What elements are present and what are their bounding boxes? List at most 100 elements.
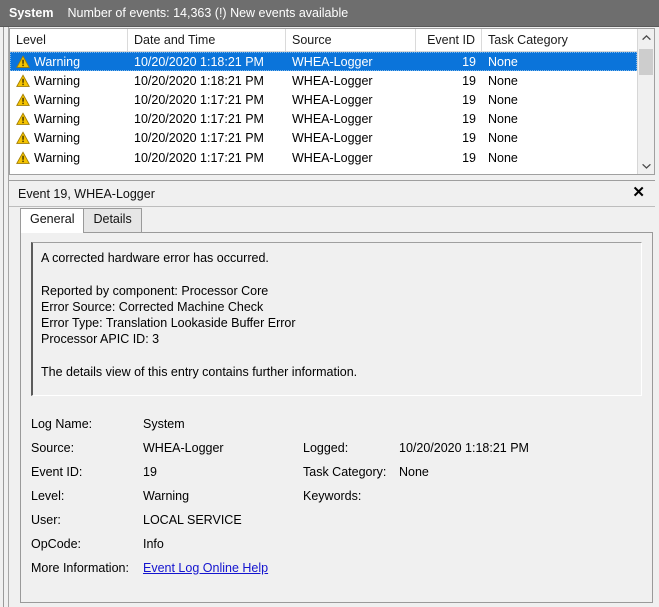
content-column: Level Date and Time Source Event ID Task… [9,27,659,607]
more-information-label: More Information: [31,561,129,575]
cell-level-text: Warning [34,112,81,127]
close-icon[interactable]: ✕ [630,185,647,202]
log-name-label: Log Name: [31,417,93,431]
table-row[interactable]: Warning 10/20/2020 1:18:21 PM WHEA-Logger 1… [10,71,637,90]
task-category-label: Task Category: [303,465,387,479]
event-list-panel: Level Date and Time Source Event ID Task… [9,28,655,175]
cell-level: Warning [10,131,128,145]
task-category-value: None [399,465,429,479]
cell-source: WHEA-Logger [292,131,373,146]
event-list-rows: Warning 10/20/2020 1:18:21 PM WHEA-Logger 1… [10,52,637,167]
cell-level-text: Warning [34,73,81,88]
cell-level: Warning [10,74,128,88]
event-description[interactable]: A corrected hardware error has occurred.… [31,242,642,396]
cell-task-category: None [488,92,518,107]
warning-triangle-icon [16,112,30,126]
cell-date-and-time: 10/20/2020 1:17:21 PM [134,92,264,107]
cell-event-id: 19 [462,92,476,107]
spacer-cell-7 [303,556,399,580]
column-header-event-id[interactable]: Event ID [416,29,482,51]
cell-date-and-time: 10/20/2020 1:17:21 PM [134,131,264,146]
event-id-label: Event ID: [31,465,83,479]
event-list-inner: Level Date and Time Source Event ID Task… [10,29,654,174]
chevron-up-icon [641,34,651,40]
cell-source: WHEA-Logger [292,150,373,165]
opcode-label: OpCode: [31,537,82,551]
spacer-cell-3 [303,508,399,532]
keywords-label: Keywords: [303,489,362,503]
user-value: LOCAL SERVICE [143,513,242,527]
log-name-label: System [9,6,54,20]
chevron-down-icon [641,163,651,169]
detail-tabstrip: General Details [9,207,655,233]
cell-event-id: 19 [462,112,476,127]
cell-task-category: None [488,73,518,88]
cell-level-text: Warning [34,54,81,69]
cell-source: WHEA-Logger [292,73,373,88]
logged-value: 10/20/2020 1:18:21 PM [399,441,529,455]
cell-level: Warning [10,151,128,165]
tab-details[interactable]: Details [83,208,142,232]
user-label: User: [31,513,61,527]
spacer-cell-8 [399,556,642,580]
vertical-splitter[interactable] [0,27,9,607]
source-value: WHEA-Logger [143,441,224,455]
scrollbar-track[interactable] [638,46,654,157]
window-body: Level Date and Time Source Event ID Task… [0,27,659,607]
scrollbar-thumb[interactable] [639,49,653,75]
spacer-cell-4 [399,508,642,532]
cell-event-id: 19 [462,73,476,88]
column-header-date-and-time[interactable]: Date and Time [128,29,286,51]
warning-triangle-icon [16,74,30,87]
opcode-value: Info [143,537,164,551]
level-label: Level: [31,489,65,503]
cell-event-id: 19 [462,131,476,146]
event-list[interactable]: Level Date and Time Source Event ID Task… [10,29,637,174]
log-summary-label: Number of events: 14,363 (!) New events … [67,6,349,20]
tab-general[interactable]: General [20,208,85,233]
log-header-bar: System Number of events: 14,363 (!) New … [0,0,659,27]
table-row[interactable]: Warning 10/20/2020 1:18:21 PM WHEA-Logger 1… [10,52,637,72]
cell-level: Warning [10,55,128,69]
cell-level-text: Warning [34,92,81,107]
spacer-cell-1 [303,412,399,436]
cell-source: WHEA-Logger [292,92,373,107]
cell-task-category: None [488,131,518,146]
log-name-value: System [143,417,185,431]
event-id-value: 19 [143,465,157,479]
cell-task-category: None [488,54,518,69]
source-label: Source: [31,441,75,455]
cell-source: WHEA-Logger [292,54,373,69]
event-list-header-row: Level Date and Time Source Event ID Task… [10,29,637,52]
event-detail-pane: Event 19, WHEA-Logger ✕ General Details … [9,180,655,603]
cell-source: WHEA-Logger [292,112,373,127]
cell-level: Warning [10,93,128,107]
scroll-up-button[interactable] [638,29,654,46]
column-header-task-category[interactable]: Task Category [482,29,637,51]
logged-label: Logged: [303,441,349,455]
warning-triangle-icon [16,131,30,145]
warning-triangle-icon [16,150,30,164]
table-row[interactable]: Warning 10/20/2020 1:17:21 PM WHEA-Logger 1… [10,148,637,167]
column-header-level[interactable]: Level [10,29,128,51]
cell-event-id: 19 [462,54,476,69]
spacer-cell-5 [303,532,399,556]
detail-title: Event 19, WHEA-Logger [18,186,155,201]
table-row[interactable]: Warning 10/20/2020 1:17:21 PM WHEA-Logger 1… [10,90,637,109]
more-information-value: Event Log Online Help [143,556,303,580]
table-row[interactable]: Warning 10/20/2020 1:17:21 PM WHEA-Logger 1… [10,110,637,129]
table-row[interactable]: Warning 10/20/2020 1:17:21 PM WHEA-Logger 1… [10,129,637,148]
cell-level-text: Warning [34,131,81,146]
cell-task-category: None [488,112,518,127]
cell-task-category: None [488,150,518,165]
cell-date-and-time: 10/20/2020 1:17:21 PM [134,150,264,165]
cell-level-text: Warning [34,150,81,165]
spacer-cell-6 [399,532,642,556]
event-list-scrollbar[interactable] [637,29,654,174]
column-header-source[interactable]: Source [286,29,416,51]
spacer-cell-2 [399,412,642,436]
cell-date-and-time: 10/20/2020 1:18:21 PM [134,54,264,69]
event-log-online-help-link[interactable]: Event Log Online Help [143,561,268,575]
cell-date-and-time: 10/20/2020 1:17:21 PM [134,112,264,127]
scroll-down-button[interactable] [638,157,654,174]
